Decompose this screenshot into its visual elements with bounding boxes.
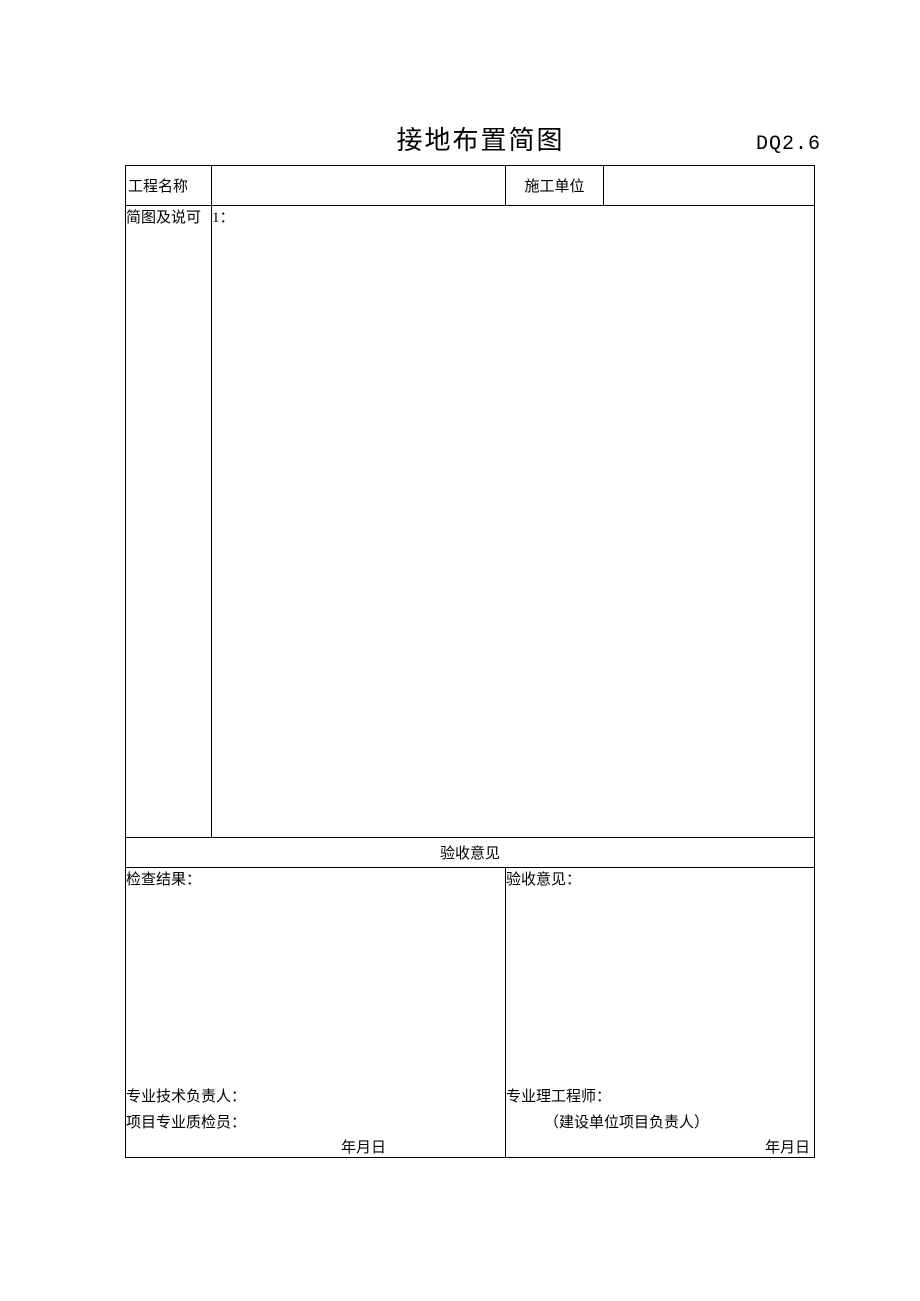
document-code: DQ2.6 bbox=[756, 133, 821, 156]
label-diagram: 简图及说可 bbox=[126, 206, 212, 838]
acceptance-opinion-heading: 验收意见： bbox=[506, 868, 814, 889]
diagram-area[interactable]: 1： bbox=[212, 206, 815, 838]
acceptance-opinion-header: 验收意见 bbox=[126, 838, 815, 868]
page-title: 接地布置简图 bbox=[125, 120, 756, 157]
tech-leader-label: 专业技术负责人： bbox=[126, 1085, 505, 1111]
qc-inspector-label: 项目专业质检员： bbox=[126, 1111, 505, 1137]
acceptance-opinion-cell[interactable]: 验收意见： 专业理工程师： （建设单位项目负责人） 年月日 bbox=[506, 868, 815, 1158]
value-contractor[interactable] bbox=[604, 166, 815, 206]
inspection-result-cell[interactable]: 检查结果： 专业技术负责人： 项目专业质检员： 年月日 bbox=[126, 868, 506, 1158]
right-date: 年月日 bbox=[506, 1136, 814, 1157]
label-contractor: 施工单位 bbox=[506, 166, 604, 206]
value-project-name[interactable] bbox=[212, 166, 506, 206]
diagram-scale-prefix: 1： bbox=[212, 210, 235, 226]
supervising-engineer-label: 专业理工程师： bbox=[506, 1085, 814, 1111]
left-date: 年月日 bbox=[126, 1136, 505, 1157]
inspection-result-heading: 检查结果： bbox=[126, 868, 505, 889]
form-table: 工程名称 施工单位 简图及说可 1： 验收意见 检查结果： 专业技术负责人： bbox=[125, 165, 815, 1158]
owner-pm-note: （建设单位项目负责人） bbox=[506, 1111, 814, 1137]
label-project-name: 工程名称 bbox=[126, 166, 212, 206]
